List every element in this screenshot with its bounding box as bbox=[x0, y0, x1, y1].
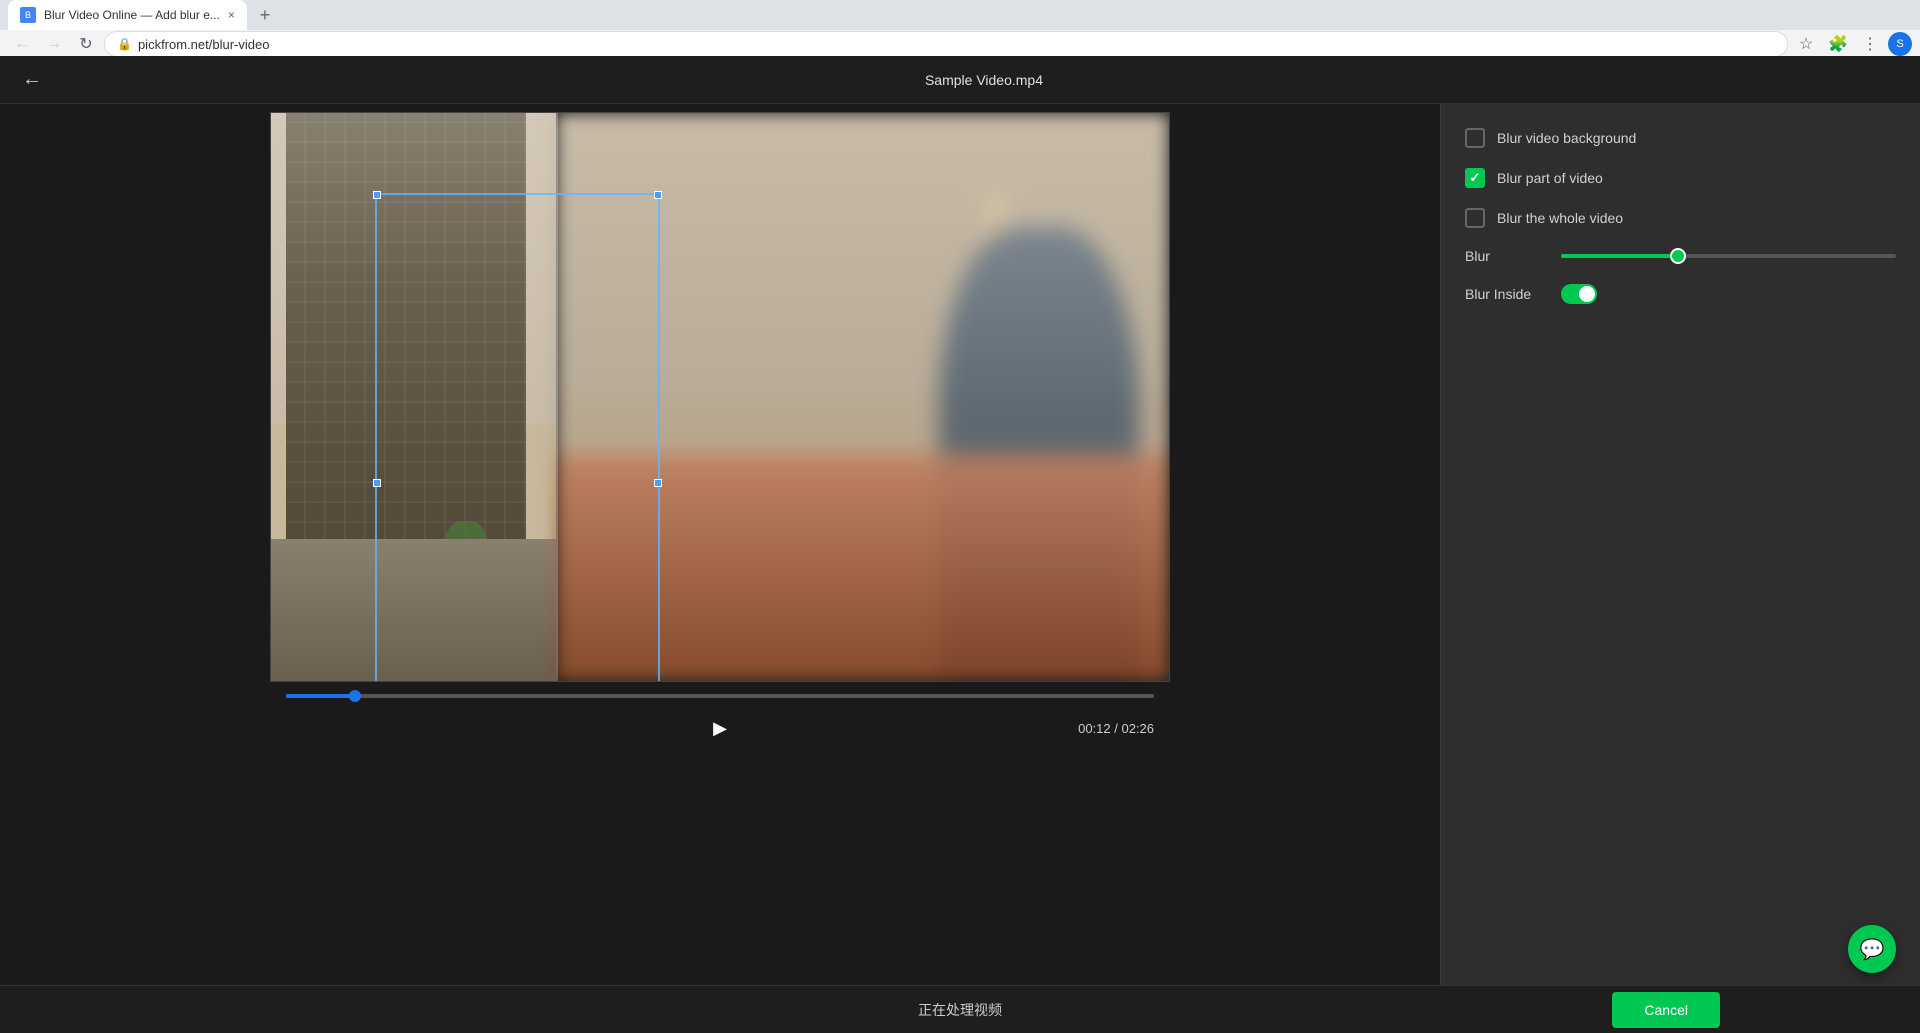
time-display: 00:12 / 02:26 bbox=[1078, 721, 1154, 736]
video-container bbox=[270, 112, 1170, 682]
blur-background-option[interactable]: Blur video background bbox=[1465, 128, 1896, 148]
blur-whole-label: Blur the whole video bbox=[1497, 210, 1623, 226]
refresh-button[interactable]: ↻ bbox=[72, 30, 100, 58]
new-tab-button[interactable]: + bbox=[251, 1, 279, 29]
app-title: Sample Video.mp4 bbox=[64, 72, 1904, 88]
bookmark-button[interactable]: ☆ bbox=[1792, 30, 1820, 58]
blur-background-label: Blur video background bbox=[1497, 130, 1636, 146]
blur-inside-label: Blur Inside bbox=[1465, 286, 1545, 302]
processing-text: 正在处理视频 bbox=[918, 1000, 1002, 1020]
blur-part-label: Blur part of video bbox=[1497, 170, 1603, 186]
resize-handle-mr[interactable] bbox=[654, 479, 662, 487]
tab-close-button[interactable]: × bbox=[228, 8, 235, 22]
blur-whole-checkbox[interactable] bbox=[1465, 208, 1485, 228]
profile-icon[interactable]: S bbox=[1888, 32, 1912, 56]
back-button[interactable]: ← bbox=[16, 64, 48, 96]
address-bar[interactable]: 🔒 pickfrom.net/blur-video bbox=[104, 31, 1788, 57]
blur-slider-label: Blur bbox=[1465, 248, 1545, 264]
blur-part-option[interactable]: Blur part of video bbox=[1465, 168, 1896, 188]
browser-chrome: B Blur Video Online — Add blur e... × + … bbox=[0, 0, 1920, 56]
progress-bar-area[interactable] bbox=[270, 690, 1170, 702]
toggle-knob bbox=[1579, 286, 1595, 302]
app-container: ← Sample Video.mp4 bbox=[0, 56, 1920, 1033]
bottom-bar: 正在处理视频 Cancel bbox=[0, 985, 1920, 1033]
blur-slider-thumb[interactable] bbox=[1670, 248, 1686, 264]
cancel-button[interactable]: Cancel bbox=[1612, 992, 1720, 1028]
browser-toolbar: ← → ↻ 🔒 pickfrom.net/blur-video ☆ 🧩 ⋮ S bbox=[0, 30, 1920, 59]
browser-tab-active[interactable]: B Blur Video Online — Add blur e... × bbox=[8, 0, 247, 30]
blur-whole-option[interactable]: Blur the whole video bbox=[1465, 208, 1896, 228]
back-button[interactable]: ← bbox=[8, 30, 36, 58]
tab-favicon: B bbox=[20, 7, 36, 23]
blur-slider-fill bbox=[1561, 254, 1678, 258]
progress-thumb[interactable] bbox=[349, 690, 361, 702]
progress-track[interactable] bbox=[286, 694, 1154, 698]
browser-tabs: B Blur Video Online — Add blur e... × + bbox=[0, 0, 1920, 30]
video-area: ▶ 00:12 / 02:26 bbox=[0, 104, 1440, 985]
address-text: pickfrom.net/blur-video bbox=[138, 37, 270, 52]
blur-slider-row: Blur bbox=[1465, 248, 1896, 264]
blur-part-checkbox[interactable] bbox=[1465, 168, 1485, 188]
blur-background-checkbox[interactable] bbox=[1465, 128, 1485, 148]
resize-handle-tr[interactable] bbox=[654, 191, 662, 199]
lock-icon: 🔒 bbox=[117, 37, 132, 51]
blur-inside-row: Blur Inside bbox=[1465, 284, 1896, 304]
forward-button[interactable]: → bbox=[40, 30, 68, 58]
extensions-button[interactable]: 🧩 bbox=[1824, 30, 1852, 58]
selection-box[interactable] bbox=[375, 193, 660, 682]
video-controls: ▶ 00:12 / 02:26 bbox=[270, 682, 1170, 758]
app-header: ← Sample Video.mp4 bbox=[0, 56, 1920, 104]
more-button[interactable]: ⋮ bbox=[1856, 30, 1884, 58]
blur-inside-toggle[interactable] bbox=[1561, 284, 1597, 304]
resize-handle-ml[interactable] bbox=[373, 479, 381, 487]
tab-title: Blur Video Online — Add blur e... bbox=[44, 8, 220, 22]
chat-widget[interactable]: 💬 bbox=[1848, 925, 1896, 973]
controls-row: ▶ 00:12 / 02:26 bbox=[270, 706, 1170, 750]
resize-handle-tl[interactable] bbox=[373, 191, 381, 199]
right-panel: Blur video background Blur part of video… bbox=[1440, 104, 1920, 985]
toolbar-right: ☆ 🧩 ⋮ S bbox=[1792, 30, 1912, 58]
blur-slider-track[interactable] bbox=[1561, 254, 1896, 258]
progress-fill bbox=[286, 694, 355, 698]
chat-icon: 💬 bbox=[1860, 937, 1885, 962]
main-content: ▶ 00:12 / 02:26 Blur video background Bl… bbox=[0, 104, 1920, 985]
play-button[interactable]: ▶ bbox=[702, 710, 738, 746]
